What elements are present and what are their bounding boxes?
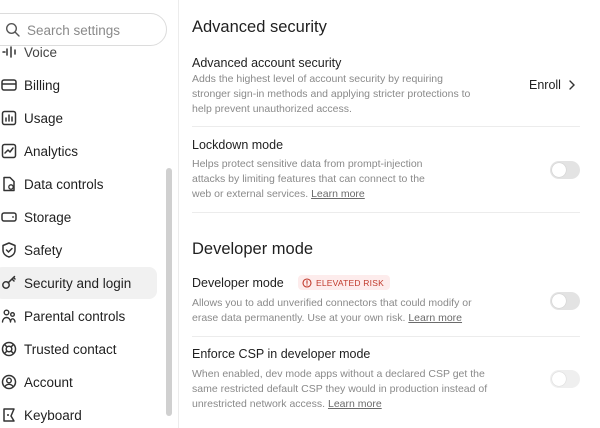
lockdown-mode-toggle[interactable]: [550, 161, 580, 179]
sidebar-scrollbar[interactable]: [166, 168, 172, 416]
warning-icon: [302, 277, 312, 288]
elevated-risk-badge: ELEVATED RISK: [298, 275, 390, 290]
toggle-knob: [552, 163, 566, 177]
sidebar-item-label: Safety: [24, 242, 63, 258]
sidebar-item-label: Voice: [24, 44, 58, 60]
sidebar-item-data-controls[interactable]: Data controls: [0, 168, 157, 200]
storage-icon: [1, 212, 17, 222]
settings-content: Advanced security Advanced account secur…: [179, 0, 600, 428]
sidebar-item-label: Trusted contact: [24, 341, 117, 357]
settings-sidebar: Voice Billing Usage Analytics Data contr…: [0, 0, 178, 428]
sidebar-item-billing[interactable]: Billing: [0, 69, 157, 101]
analytics-icon: [1, 143, 17, 159]
safety-icon: [2, 242, 16, 258]
chevron-right-icon: [569, 80, 575, 90]
enforce-csp-description: When enabled, dev mode apps without a de…: [192, 368, 488, 410]
developer-mode-title: Developer mode: [192, 276, 284, 290]
lifebuoy-icon: [1, 341, 17, 357]
sidebar-item-safety[interactable]: Safety: [0, 234, 157, 266]
sidebar-item-storage[interactable]: Storage: [0, 201, 157, 233]
search-box: [0, 13, 167, 46]
sidebar-item-usage[interactable]: Usage: [0, 102, 157, 134]
enroll-label: Enroll: [529, 78, 561, 92]
sidebar-item-label: Billing: [24, 77, 61, 93]
advanced-account-security-title: Advanced account security: [192, 56, 342, 70]
data-controls-icon: [3, 176, 15, 192]
developer-mode-toggle[interactable]: [550, 292, 580, 310]
sidebar-item-keyboard[interactable]: Keyboard: [0, 399, 157, 428]
sidebar-item-label: Analytics: [24, 143, 79, 159]
developer-mode-description: Allows you to add unverified connectors …: [192, 297, 472, 324]
lockdown-mode-title: Lockdown mode: [192, 138, 284, 152]
keyboard-icon: [3, 408, 15, 422]
sidebar-item-label: Usage: [24, 110, 64, 126]
row-divider: [192, 212, 580, 213]
parental-icon: [1, 309, 16, 323]
sidebar-item-parental-controls[interactable]: Parental controls: [0, 300, 157, 332]
usage-icon: [1, 110, 17, 126]
sidebar-item-analytics[interactable]: Analytics: [0, 135, 157, 167]
security-icon: [2, 275, 16, 289]
developer-mode-learn-more-link[interactable]: Learn more: [408, 312, 462, 324]
sidebar-item-label: Security and login: [24, 275, 132, 291]
sidebar-item-label: Parental controls: [24, 308, 126, 324]
search-icon: [5, 22, 20, 37]
sidebar-item-trusted-contact[interactable]: Trusted contact: [0, 333, 157, 365]
search-input[interactable]: [27, 20, 157, 40]
sidebar-item-label: Storage: [24, 209, 72, 225]
section-title-developer-mode: Developer mode: [192, 240, 314, 258]
row-divider: [192, 126, 580, 127]
lockdown-learn-more-link[interactable]: Learn more: [311, 188, 365, 200]
toggle-knob: [552, 372, 566, 386]
billing-icon: [1, 79, 17, 91]
sidebar-item-label: Account: [24, 374, 73, 390]
enforce-csp-title: Enforce CSP in developer mode: [192, 347, 371, 361]
enforce-csp-toggle[interactable]: [550, 370, 580, 388]
sidebar-item-security-and-login[interactable]: Security and login: [0, 267, 157, 299]
sidebar-item-label: Data controls: [24, 176, 104, 192]
advanced-account-security-description: Adds the highest level of account securi…: [192, 73, 471, 115]
badge-label: ELEVATED RISK: [316, 277, 384, 288]
sidebar-item-account[interactable]: Account: [0, 366, 157, 398]
enroll-button[interactable]: Enroll: [529, 78, 577, 92]
enforce-csp-learn-more-link[interactable]: Learn more: [328, 398, 382, 410]
account-icon: [1, 374, 17, 390]
row-divider: [192, 336, 580, 337]
lockdown-mode-description: Helps protect sensitive data from prompt…: [192, 158, 425, 200]
toggle-knob: [552, 294, 566, 308]
sidebar-item-label: Keyboard: [24, 407, 82, 423]
section-title-advanced-security: Advanced security: [192, 18, 327, 36]
